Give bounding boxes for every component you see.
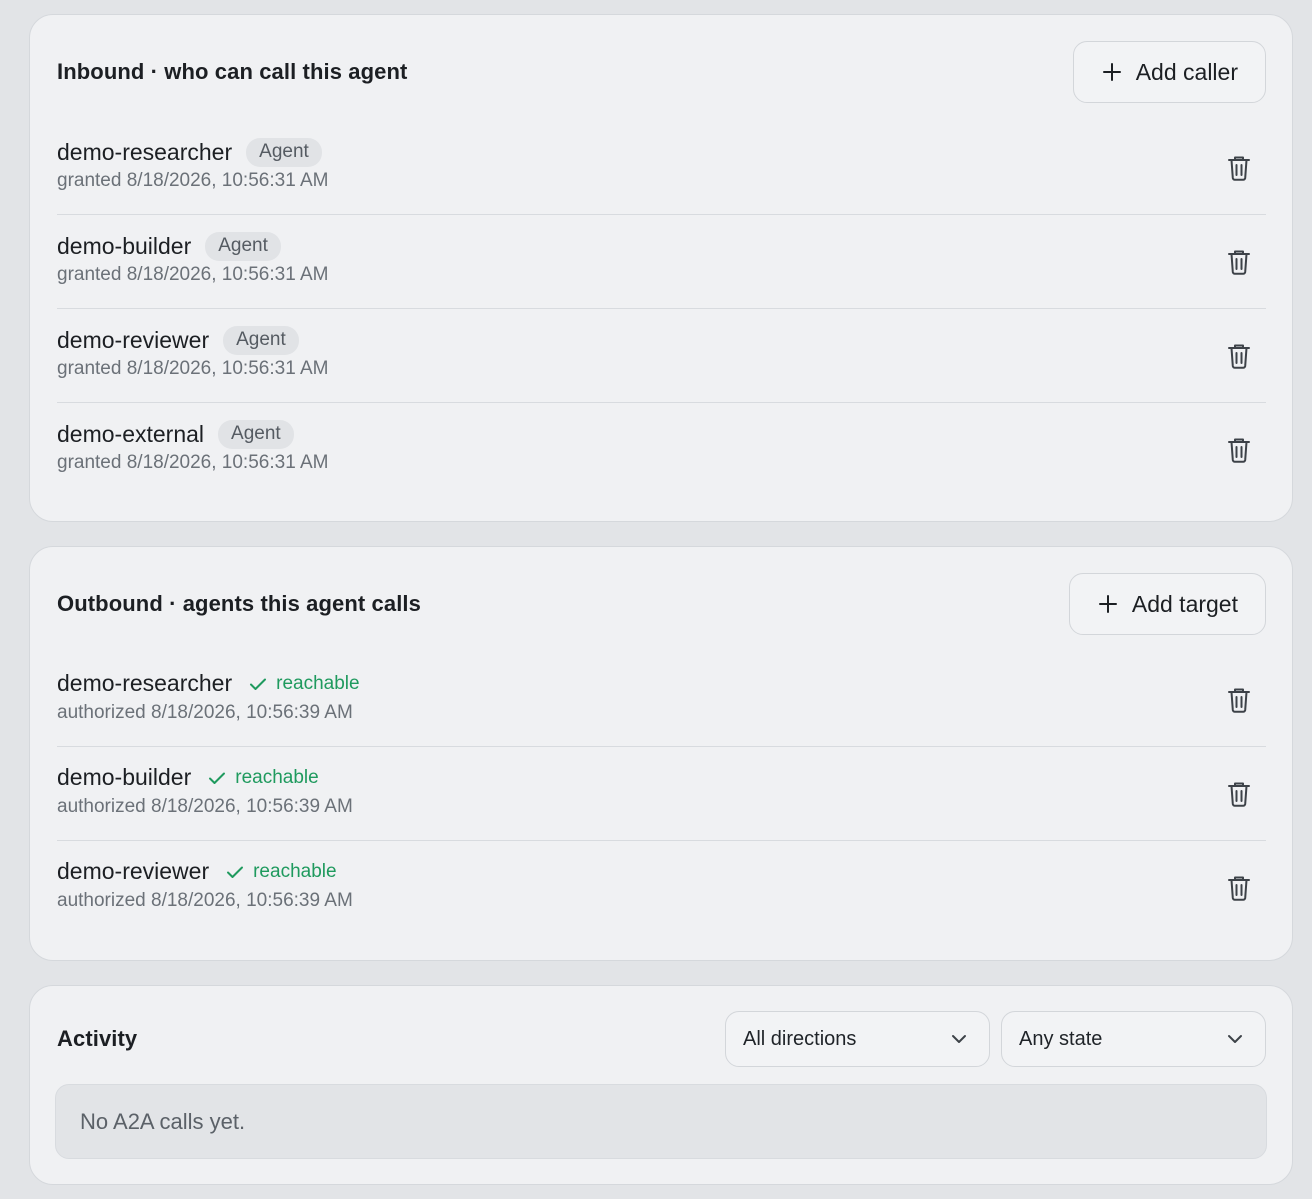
inbound-row-demo-researcher: demo-researcher Agent granted 8/18/2026,…: [57, 121, 1266, 215]
authorized-timestamp: authorized 8/18/2026, 10:56:39 AM: [57, 890, 353, 911]
caller-name: demo-builder: [57, 233, 192, 259]
activity-filters: All directions Any state: [725, 1011, 1266, 1067]
check-icon: [225, 862, 245, 882]
plus-icon: [1102, 62, 1122, 82]
reachable-status: reachable: [225, 860, 337, 883]
outbound-title: Outbound · agents this agent calls: [57, 591, 421, 616]
status-label: reachable: [276, 672, 360, 694]
trash-icon[interactable]: [1226, 154, 1252, 182]
trash-icon[interactable]: [1226, 342, 1252, 370]
status-label: reachable: [253, 860, 337, 882]
chevron-down-icon: [949, 1029, 969, 1049]
direction-filter-select[interactable]: All directions: [725, 1011, 990, 1067]
caller-name: demo-researcher: [57, 139, 233, 165]
add-target-button[interactable]: Add target: [1068, 573, 1266, 635]
trash-icon[interactable]: [1226, 874, 1252, 902]
add-target-label: Add target: [1131, 590, 1238, 617]
add-caller-button[interactable]: Add caller: [1072, 41, 1266, 103]
granted-timestamp: granted 8/18/2026, 10:56:31 AM: [57, 452, 329, 473]
state-filter-value: Any state: [1019, 1027, 1103, 1050]
inbound-row-demo-builder: demo-builder Agent granted 8/18/2026, 10…: [57, 215, 1266, 309]
inbound-list: demo-researcher Agent granted 8/18/2026,…: [57, 121, 1266, 497]
reachable-status: reachable: [207, 766, 319, 789]
plus-icon: [1098, 594, 1118, 614]
activity-title: Activity: [57, 1026, 138, 1051]
activity-header: Activity All directions Any state: [57, 1011, 1266, 1067]
type-badge: Agent: [223, 326, 299, 355]
outbound-row-demo-reviewer: demo-reviewer reachable authorized 8/18/…: [57, 841, 1266, 935]
target-name: demo-researcher: [57, 670, 233, 696]
granted-timestamp: granted 8/18/2026, 10:56:31 AM: [57, 358, 329, 379]
type-badge: Agent: [205, 232, 281, 261]
reachable-status: reachable: [248, 672, 360, 695]
outbound-row-demo-researcher: demo-researcher reachable authorized 8/1…: [57, 653, 1266, 747]
target-name: demo-reviewer: [57, 858, 210, 884]
type-badge: Agent: [246, 138, 322, 167]
outbound-header: Outbound · agents this agent calls Add t…: [57, 573, 1266, 635]
trash-icon[interactable]: [1226, 686, 1252, 714]
check-icon: [207, 768, 227, 788]
inbound-row-demo-reviewer: demo-reviewer Agent granted 8/18/2026, 1…: [57, 309, 1266, 403]
type-badge: Agent: [218, 420, 294, 449]
add-caller-label: Add caller: [1135, 58, 1238, 85]
activity-empty-state: No A2A calls yet.: [55, 1084, 1267, 1159]
target-name: demo-builder: [57, 764, 192, 790]
authorized-timestamp: authorized 8/18/2026, 10:56:39 AM: [57, 796, 353, 817]
inbound-row-demo-external: demo-external Agent granted 8/18/2026, 1…: [57, 403, 1266, 497]
status-label: reachable: [235, 766, 319, 788]
direction-filter-value: All directions: [743, 1027, 857, 1050]
check-icon: [248, 674, 268, 694]
trash-icon[interactable]: [1226, 248, 1252, 276]
caller-name: demo-external: [57, 421, 205, 447]
authorized-timestamp: authorized 8/18/2026, 10:56:39 AM: [57, 702, 353, 723]
granted-timestamp: granted 8/18/2026, 10:56:31 AM: [57, 170, 329, 191]
trash-icon[interactable]: [1226, 780, 1252, 808]
caller-name: demo-reviewer: [57, 327, 210, 353]
state-filter-select[interactable]: Any state: [1001, 1011, 1266, 1067]
chevron-down-icon: [1225, 1029, 1245, 1049]
granted-timestamp: granted 8/18/2026, 10:56:31 AM: [57, 264, 329, 285]
inbound-card: Inbound · who can call this agent Add ca…: [29, 14, 1293, 522]
trash-icon[interactable]: [1226, 436, 1252, 464]
outbound-row-demo-builder: demo-builder reachable authorized 8/18/2…: [57, 747, 1266, 841]
activity-card: Activity All directions Any state No A2A…: [29, 985, 1293, 1185]
outbound-card: Outbound · agents this agent calls Add t…: [29, 546, 1293, 961]
inbound-header: Inbound · who can call this agent Add ca…: [57, 41, 1266, 103]
inbound-title: Inbound · who can call this agent: [57, 59, 408, 84]
outbound-list: demo-researcher reachable authorized 8/1…: [57, 653, 1266, 935]
